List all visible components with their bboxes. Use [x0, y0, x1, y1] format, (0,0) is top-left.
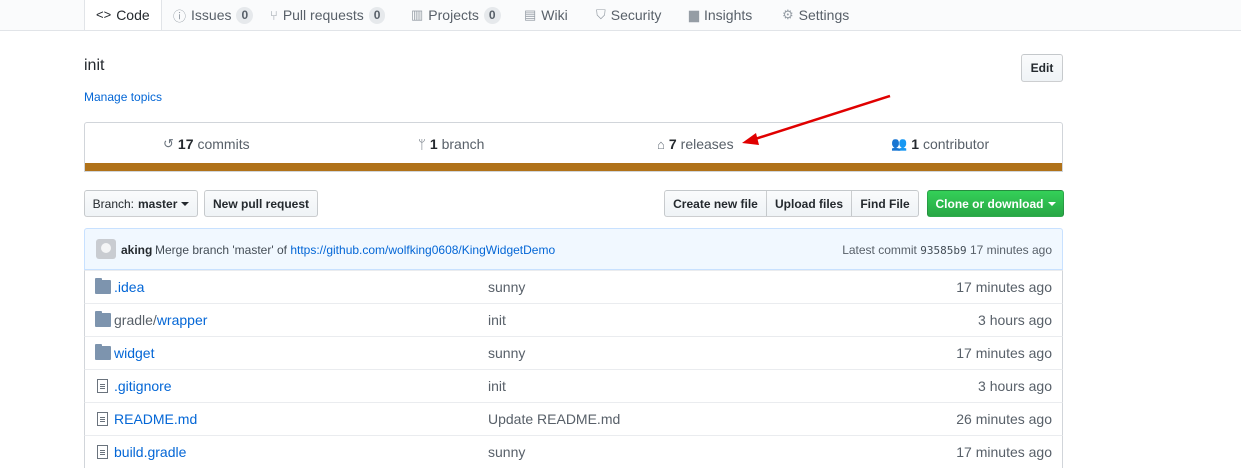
- file-list: .idea sunny 17 minutes ago gradle/wrappe…: [84, 270, 1063, 468]
- commit-author[interactable]: aking: [121, 243, 152, 257]
- file-commit-message[interactable]: sunny: [488, 279, 525, 295]
- table-row: .idea sunny 17 minutes ago: [84, 270, 1063, 303]
- file-commit-message[interactable]: init: [488, 312, 506, 328]
- file-name-text: widget: [114, 345, 155, 361]
- file-icon: [97, 412, 108, 426]
- commit-message-prefix: Merge branch 'master' of: [155, 243, 287, 257]
- latest-commit-label: Latest commit: [842, 243, 917, 257]
- table-row: build.gradle sunny 17 minutes ago: [84, 435, 1063, 468]
- file-name[interactable]: .idea: [114, 279, 144, 295]
- latest-commit-bar: aking Merge branch 'master' of https://g…: [84, 228, 1063, 270]
- file-age: 3 hours ago: [978, 312, 1052, 328]
- file-name-text: README.md: [114, 411, 198, 427]
- file-name[interactable]: widget: [114, 345, 154, 361]
- branch-name: master: [138, 196, 178, 211]
- file-name-text: .gitignore: [114, 378, 172, 394]
- file-name-text: build.gradle: [114, 444, 187, 460]
- table-row: README.md Update README.md 26 minutes ag…: [84, 402, 1063, 435]
- file-age: 17 minutes ago: [956, 345, 1052, 361]
- avatar[interactable]: [96, 239, 116, 259]
- file-commit-message[interactable]: sunny: [488, 345, 525, 361]
- file-commit-message[interactable]: Update README.md: [488, 411, 620, 427]
- file-name-text: wrapper: [156, 312, 208, 328]
- chevron-down-icon: [1047, 201, 1056, 206]
- commit-age: 17 minutes ago: [969, 243, 1052, 257]
- file-age: 17 minutes ago: [956, 279, 1052, 295]
- table-row: .gitignore init 3 hours ago: [84, 369, 1063, 402]
- folder-icon: [95, 344, 111, 360]
- latest-commit-info: Latest commit 93585b9 17 minutes ago: [842, 243, 1052, 257]
- file-name[interactable]: .gitignore: [114, 378, 172, 394]
- folder-icon: [95, 311, 111, 327]
- folder-icon: [95, 278, 111, 294]
- new-pull-request-button[interactable]: New pull request: [204, 190, 318, 217]
- upload-files-button[interactable]: Upload files: [766, 190, 852, 217]
- file-icon: [97, 379, 108, 393]
- commit-message: Merge branch 'master' of https://github.…: [155, 243, 555, 257]
- file-name[interactable]: build.gradle: [114, 444, 186, 460]
- chevron-down-icon: [181, 201, 190, 206]
- file-age: 3 hours ago: [978, 378, 1052, 394]
- commit-message-link[interactable]: https://github.com/wolfking0608/KingWidg…: [290, 243, 555, 257]
- branch-prefix: Branch:: [92, 196, 134, 211]
- file-name[interactable]: README.md: [114, 411, 197, 427]
- find-file-button[interactable]: Find File: [851, 190, 919, 217]
- table-row: gradle/wrapper init 3 hours ago: [84, 303, 1063, 336]
- file-name-text: .idea: [114, 279, 145, 295]
- path-prefix: gradle/: [114, 312, 157, 328]
- file-name[interactable]: gradle/wrapper: [114, 312, 207, 328]
- file-commit-message[interactable]: sunny: [488, 444, 525, 460]
- file-commit-message[interactable]: init: [488, 378, 506, 394]
- file-age: 17 minutes ago: [956, 444, 1052, 460]
- clone-or-download-button[interactable]: Clone or download: [927, 190, 1064, 217]
- table-row: widget sunny 17 minutes ago: [84, 336, 1063, 369]
- commit-sha[interactable]: 93585b9: [920, 244, 966, 257]
- branch-select-button[interactable]: Branch: master: [84, 190, 198, 217]
- clone-label: Clone or download: [935, 196, 1044, 211]
- create-new-file-button[interactable]: Create new file: [664, 190, 767, 217]
- file-age: 26 minutes ago: [956, 411, 1052, 427]
